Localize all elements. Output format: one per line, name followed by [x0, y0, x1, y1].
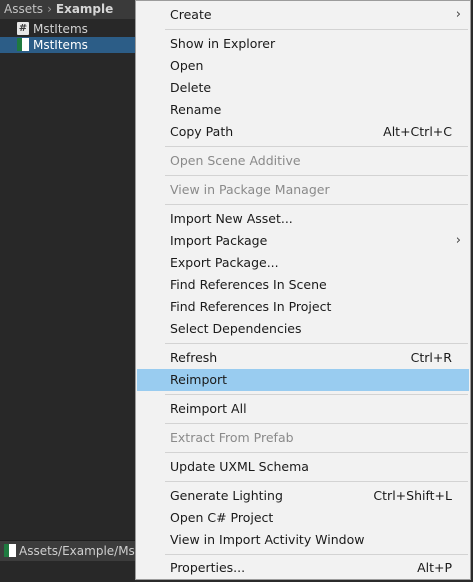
- menu-item-label: Find References In Scene: [170, 277, 327, 292]
- file-row-mstitems-script[interactable]: # MstItems: [0, 21, 135, 37]
- menu-item-reimport[interactable]: Reimport: [137, 369, 469, 391]
- menu-item-label: Import Package: [170, 233, 268, 248]
- excel-file-icon: [17, 38, 29, 51]
- file-row-mstitems-excel[interactable]: MstItems: [0, 37, 135, 53]
- menu-item-show-in-explorer[interactable]: Show in Explorer: [137, 33, 469, 55]
- menu-item-label: Open C# Project: [170, 510, 274, 525]
- menu-item-shortcut: Ctrl+Shift+L: [373, 488, 452, 503]
- menu-item-label: Import New Asset...: [170, 211, 293, 226]
- file-name: MstItems: [33, 38, 88, 52]
- menu-separator: [165, 481, 468, 482]
- menu-item-label: Open: [170, 58, 204, 73]
- menu-item-properties[interactable]: Properties... Alt+P: [137, 557, 469, 579]
- menu-item-open[interactable]: Open: [137, 55, 469, 77]
- menu-item-find-references-in-project[interactable]: Find References In Project: [137, 296, 469, 318]
- breadcrumb-assets[interactable]: Assets: [0, 0, 43, 19]
- menu-item-label: Find References In Project: [170, 299, 332, 314]
- csharp-script-icon: #: [17, 22, 29, 35]
- menu-separator: [165, 29, 468, 30]
- menu-item-rename[interactable]: Rename: [137, 99, 469, 121]
- excel-file-icon: [4, 544, 16, 557]
- menu-item-label: Copy Path: [170, 124, 234, 139]
- file-list: # MstItems MstItems: [0, 21, 135, 53]
- menu-item-import-package[interactable]: Import Package ›: [137, 230, 469, 252]
- menu-item-delete[interactable]: Delete: [137, 77, 469, 99]
- menu-item-label: Extract From Prefab: [170, 430, 294, 445]
- breadcrumb: Assets › Example: [0, 0, 135, 19]
- menu-item-shortcut: Alt+P: [417, 560, 452, 575]
- menu-item-label: Rename: [170, 102, 222, 117]
- menu-separator: [165, 146, 468, 147]
- menu-item-import-new-asset[interactable]: Import New Asset...: [137, 208, 469, 230]
- file-name: MstItems: [33, 22, 88, 36]
- menu-item-label: Reimport: [170, 372, 228, 387]
- menu-item-generate-lighting[interactable]: Generate Lighting Ctrl+Shift+L: [137, 485, 469, 507]
- menu-item-copy-path[interactable]: Copy Path Alt+Ctrl+C: [137, 121, 469, 143]
- menu-item-label: Export Package...: [170, 255, 279, 270]
- breadcrumb-separator-icon: ›: [47, 2, 52, 16]
- menu-item-label: Generate Lighting: [170, 488, 283, 503]
- menu-separator: [165, 343, 468, 344]
- breadcrumb-example[interactable]: Example: [56, 0, 113, 19]
- menu-item-extract-from-prefab: Extract From Prefab: [137, 427, 469, 449]
- chevron-right-icon: ›: [455, 233, 461, 248]
- context-menu: Create › Show in Explorer Open Delete Re…: [135, 0, 471, 580]
- menu-separator: [165, 204, 468, 205]
- menu-item-shortcut: Ctrl+R: [410, 350, 452, 365]
- menu-item-label: Open Scene Additive: [170, 153, 301, 168]
- status-bar: Assets/Example/MstItems.xlsx: [0, 540, 135, 561]
- menu-separator: [165, 452, 468, 453]
- menu-separator: [165, 423, 468, 424]
- menu-item-refresh[interactable]: Refresh Ctrl+R: [137, 347, 469, 369]
- menu-item-label: Properties...: [170, 560, 246, 575]
- menu-item-label: Update UXML Schema: [170, 459, 309, 474]
- menu-item-label: View in Import Activity Window: [170, 532, 365, 547]
- selected-asset-path: Assets/Example/MstItems.xlsx: [19, 544, 135, 558]
- menu-item-label: Refresh: [170, 350, 218, 365]
- menu-item-export-package[interactable]: Export Package...: [137, 252, 469, 274]
- menu-item-update-uxml-schema[interactable]: Update UXML Schema: [137, 456, 469, 478]
- menu-item-open-scene-additive: Open Scene Additive: [137, 150, 469, 172]
- menu-item-find-references-in-scene[interactable]: Find References In Scene: [137, 274, 469, 296]
- menu-item-label: View in Package Manager: [170, 182, 330, 197]
- menu-item-view-in-package-manager: View in Package Manager: [137, 179, 469, 201]
- menu-item-open-csharp-project[interactable]: Open C# Project: [137, 507, 469, 529]
- menu-item-label: Create: [170, 7, 212, 22]
- menu-item-label: Select Dependencies: [170, 321, 302, 336]
- menu-separator: [165, 394, 468, 395]
- menu-separator: [165, 175, 468, 176]
- chevron-right-icon: ›: [455, 7, 461, 22]
- menu-item-label: Delete: [170, 80, 212, 95]
- menu-item-create[interactable]: Create ›: [137, 4, 469, 26]
- menu-item-view-in-import-activity-window[interactable]: View in Import Activity Window: [137, 529, 469, 551]
- menu-separator: [165, 554, 468, 555]
- menu-item-label: Reimport All: [170, 401, 247, 416]
- menu-item-label: Show in Explorer: [170, 36, 276, 51]
- project-pane: Assets › Example # MstItems MstItems Asset…: [0, 0, 135, 582]
- menu-item-shortcut: Alt+Ctrl+C: [383, 124, 452, 139]
- menu-item-reimport-all[interactable]: Reimport All: [137, 398, 469, 420]
- menu-item-select-dependencies[interactable]: Select Dependencies: [137, 318, 469, 340]
